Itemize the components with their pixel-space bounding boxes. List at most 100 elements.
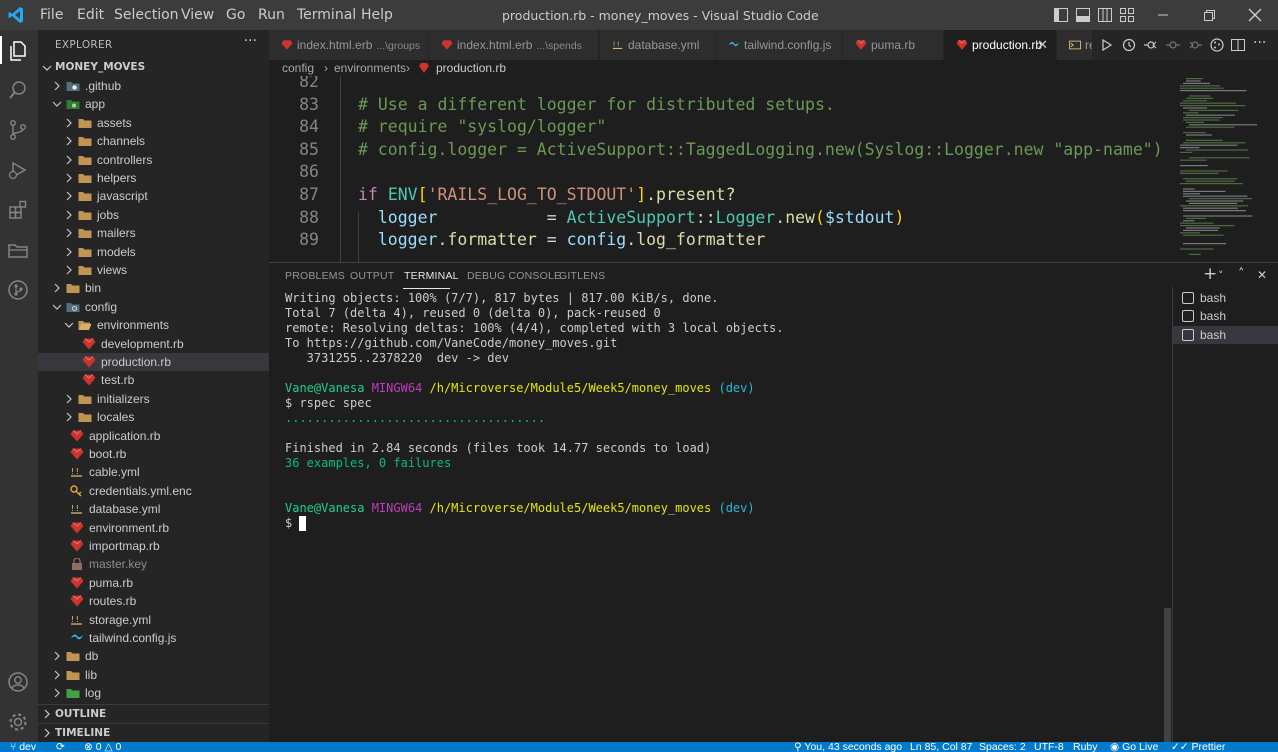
prettier-status[interactable]: ✓✓ Prettier bbox=[1171, 742, 1225, 752]
timeline-section[interactable]: TIMELINE bbox=[38, 723, 269, 742]
code-editor[interactable]: 82 83 # Use a different logger for distrib… bbox=[269, 76, 1178, 262]
menu-selection[interactable]: Selection bbox=[114, 7, 179, 23]
terminal-item[interactable]: bash bbox=[1173, 289, 1278, 307]
close-window-icon[interactable] bbox=[1246, 6, 1264, 24]
menu-terminal[interactable]: Terminal bbox=[297, 7, 356, 23]
breadcrumb-environments[interactable]: environments bbox=[334, 61, 406, 75]
tree-item-views[interactable]: views bbox=[38, 261, 269, 279]
language-mode[interactable]: Ruby bbox=[1073, 742, 1098, 752]
editor-tab-re[interactable]: re bbox=[1057, 30, 1093, 60]
tree-item-environments[interactable]: environments bbox=[38, 316, 269, 334]
minimize-icon[interactable] bbox=[1154, 6, 1172, 24]
tree-item-helpers[interactable]: helpers bbox=[38, 169, 269, 187]
tree-item-config[interactable]: config bbox=[38, 298, 269, 316]
tree-item-test-rb[interactable]: test.rb bbox=[38, 371, 269, 389]
more-actions-icon[interactable]: ··· bbox=[244, 33, 257, 49]
toggle-secondary-sidebar-icon[interactable] bbox=[1098, 8, 1112, 22]
tree-item-github[interactable]: .github bbox=[38, 77, 269, 95]
menu-view[interactable]: View bbox=[181, 7, 214, 23]
open-changes-icon[interactable] bbox=[1144, 38, 1158, 52]
tab-debug-console[interactable]: DEBUG CONSOLE bbox=[467, 270, 561, 282]
tree-item-development-rb[interactable]: development.rb bbox=[38, 335, 269, 353]
terminal-dropdown-icon[interactable]: ˅ bbox=[1218, 269, 1224, 282]
terminal-item[interactable]: bash bbox=[1173, 307, 1278, 325]
editor-tab-tailwind-config-js[interactable]: tailwind.config.js bbox=[716, 30, 843, 60]
tree-item-master-key[interactable]: master.key bbox=[38, 555, 269, 573]
tree-item-channels[interactable]: channels bbox=[38, 132, 269, 150]
tab-output[interactable]: OUTPUT bbox=[350, 270, 394, 282]
tree-item-cable-yml[interactable]: !! cable.yml bbox=[38, 463, 269, 481]
toggle-blame-icon[interactable] bbox=[1210, 38, 1224, 52]
breadcrumb-config[interactable]: config bbox=[282, 61, 314, 75]
toggle-panel-icon[interactable] bbox=[1076, 8, 1090, 22]
next-change-icon[interactable] bbox=[1188, 38, 1202, 52]
restore-icon[interactable] bbox=[1200, 6, 1218, 24]
search-icon[interactable] bbox=[7, 79, 29, 101]
tree-item-importmap-rb[interactable]: importmap.rb bbox=[38, 537, 269, 555]
editor-tab-database-yml[interactable]: !! database.yml bbox=[600, 30, 716, 60]
tree-item-credentials-yml-enc[interactable]: credentials.yml.enc bbox=[38, 482, 269, 500]
menu-run[interactable]: Run bbox=[258, 7, 285, 23]
tree-item-routes-rb[interactable]: routes.rb bbox=[38, 592, 269, 610]
menu-go[interactable]: Go bbox=[226, 7, 245, 23]
more-editor-actions-icon[interactable]: ··· bbox=[1253, 35, 1266, 51]
new-terminal-icon[interactable]: + bbox=[1203, 264, 1217, 284]
tree-item-log[interactable]: log bbox=[38, 684, 269, 702]
tree-item-initializers[interactable]: initializers bbox=[38, 390, 269, 408]
tree-item-database-yml[interactable]: !! database.yml bbox=[38, 500, 269, 518]
editor-tab-production-rb[interactable]: production.rb ✕ bbox=[944, 30, 1057, 60]
tree-item-javascript[interactable]: javascript bbox=[38, 187, 269, 205]
customize-layout-icon[interactable] bbox=[1120, 8, 1134, 22]
accounts-icon[interactable] bbox=[7, 671, 29, 693]
tab-terminal[interactable]: TERMINAL bbox=[404, 270, 459, 282]
branch-indicator[interactable]: ⑂ dev bbox=[10, 742, 36, 752]
run-debug-icon[interactable] bbox=[7, 159, 29, 181]
indentation[interactable]: Spaces: 2 bbox=[979, 742, 1026, 752]
sync-icon[interactable]: ⟳ bbox=[56, 742, 65, 752]
minimap[interactable] bbox=[1178, 76, 1268, 262]
tree-item-application-rb[interactable]: application.rb bbox=[38, 427, 269, 445]
editor-tab-index-html-erb[interactable]: index.html.erb ...\groups bbox=[269, 30, 429, 60]
editor-tab-index-html-erb[interactable]: index.html.erb ...\spends bbox=[429, 30, 599, 60]
source-control-icon[interactable] bbox=[7, 119, 29, 141]
toggle-primary-sidebar-icon[interactable] bbox=[1054, 8, 1068, 22]
editor-scrollbar[interactable] bbox=[1268, 60, 1278, 262]
menu-edit[interactable]: Edit bbox=[77, 7, 104, 23]
go-live-button[interactable]: ◉ Go Live bbox=[1110, 742, 1158, 752]
tab-gitlens[interactable]: GITLENS bbox=[559, 270, 605, 282]
tree-item-controllers[interactable]: controllers bbox=[38, 151, 269, 169]
tree-item-lib[interactable]: lib bbox=[38, 666, 269, 684]
close-tab-icon[interactable]: ✕ bbox=[1037, 37, 1048, 53]
cursor-position[interactable]: Ln 85, Col 87 bbox=[910, 742, 972, 752]
project-manager-icon[interactable] bbox=[7, 239, 29, 261]
extensions-icon[interactable] bbox=[7, 199, 29, 221]
close-panel-icon[interactable]: ✕ bbox=[1257, 268, 1267, 282]
terminal-item[interactable]: bash bbox=[1173, 326, 1278, 344]
tree-item-tailwind-config-js[interactable]: tailwind.config.js bbox=[38, 629, 269, 647]
tree-item-models[interactable]: models bbox=[38, 243, 269, 261]
tree-item-puma-rb[interactable]: puma.rb bbox=[38, 574, 269, 592]
tree-item-bin[interactable]: bin bbox=[38, 279, 269, 297]
tree-item-app[interactable]: app bbox=[38, 95, 269, 113]
terminal-output[interactable]: Writing objects: 100% (7/7), 817 bytes |… bbox=[285, 291, 1165, 731]
menu-help[interactable]: Help bbox=[361, 7, 393, 23]
editor-tab-puma-rb[interactable]: puma.rb bbox=[843, 30, 944, 60]
tree-item-storage-yml[interactable]: !! storage.yml bbox=[38, 611, 269, 629]
previous-change-icon[interactable] bbox=[1166, 38, 1180, 52]
problems-indicator[interactable]: ⊗ 0 △ 0 bbox=[84, 742, 121, 752]
tree-item-db[interactable]: db bbox=[38, 647, 269, 665]
tree-item-boot-rb[interactable]: boot.rb bbox=[38, 445, 269, 463]
tab-problems[interactable]: PROBLEMS bbox=[285, 270, 345, 282]
breadcrumb-production-rb[interactable]: production.rb bbox=[436, 61, 506, 75]
maximize-panel-icon[interactable]: ˄ bbox=[1238, 267, 1245, 282]
encoding[interactable]: UTF-8 bbox=[1034, 742, 1064, 752]
run-icon[interactable] bbox=[1100, 38, 1114, 52]
tree-item-environment-rb[interactable]: environment.rb bbox=[38, 519, 269, 537]
gitlens-icon[interactable] bbox=[7, 279, 29, 301]
tree-item-mailers[interactable]: mailers bbox=[38, 224, 269, 242]
timeline-history-icon[interactable] bbox=[1122, 38, 1136, 52]
tree-item-production-rb[interactable]: production.rb bbox=[38, 353, 269, 372]
menu-file[interactable]: File bbox=[40, 7, 63, 23]
git-blame[interactable]: ⚲ You, 43 seconds ago bbox=[794, 742, 902, 752]
tree-item-jobs[interactable]: jobs bbox=[38, 206, 269, 224]
